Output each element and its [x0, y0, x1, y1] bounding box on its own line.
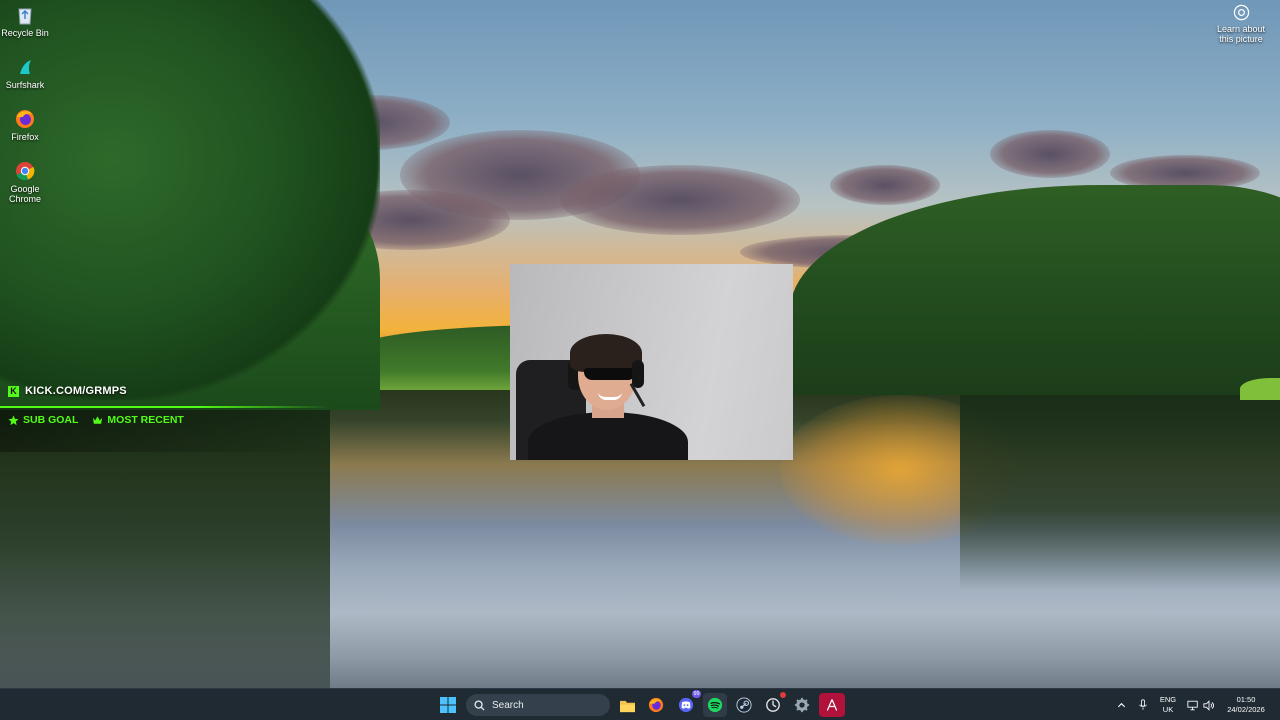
taskbar-search[interactable]: Search	[466, 694, 610, 716]
kick-logo-icon: K	[8, 385, 19, 397]
camera-icon	[1233, 4, 1249, 21]
file-explorer-icon	[619, 700, 635, 712]
microphone-icon	[1139, 699, 1147, 710]
water-reflection-right	[960, 390, 1280, 590]
start-icon	[440, 697, 456, 713]
chrome-label: Google Chrome	[8, 184, 41, 204]
learn-about-label: Learn about this picture	[1216, 24, 1266, 44]
webcam-headset-right	[632, 360, 644, 388]
steam-icon	[736, 697, 752, 713]
kick-stats: SUB GOAL MOST RECENT	[8, 414, 184, 426]
network-icon	[1187, 700, 1198, 710]
stats-icon	[766, 698, 780, 712]
clock-time: 01:50	[1236, 695, 1256, 704]
forest-right	[790, 185, 1280, 395]
chevron-up-icon	[1117, 702, 1125, 707]
taskbar-spotify[interactable]	[703, 693, 727, 717]
cloud	[830, 165, 940, 205]
webcam-sunglasses	[584, 368, 636, 380]
most-recent-label: MOST RECENT	[107, 414, 184, 426]
app-icon	[826, 699, 838, 711]
language-code: ENG	[1159, 695, 1177, 704]
microphone-status[interactable]	[1134, 689, 1152, 720]
settings-icon	[794, 697, 810, 713]
volume-control[interactable]	[1201, 689, 1217, 720]
discord-icon	[678, 697, 694, 713]
discord-notification-badge: 99	[692, 690, 701, 698]
desktop-icon-recycle-bin[interactable]: Recycle Bin	[0, 4, 50, 38]
taskbar-discord[interactable]: 99	[674, 690, 701, 717]
start-button[interactable]	[436, 693, 460, 717]
clock-date: 24/02/2026	[1227, 705, 1265, 714]
taskbar-firefox[interactable]	[644, 693, 668, 717]
cloud	[560, 165, 800, 235]
speaker-icon	[1203, 699, 1215, 711]
sub-goal-label: SUB GOAL	[23, 414, 79, 426]
taskbar-app[interactable]	[819, 693, 845, 717]
webcam-overlay	[510, 264, 793, 460]
learn-about-picture[interactable]: Learn about this picture	[1212, 4, 1270, 44]
taskbar-settings[interactable]	[790, 693, 814, 717]
keyboard-layout: UK	[1162, 705, 1174, 714]
surfshark-label: Surfshark	[5, 80, 45, 90]
clock[interactable]: 01:50 24/02/2026	[1220, 689, 1272, 720]
taskbar-steam[interactable]	[732, 693, 756, 717]
grass-bank	[1240, 378, 1280, 400]
recycle-bin-label: Recycle Bin	[1, 28, 49, 38]
desktop-icon-surfshark[interactable]: Surfshark	[0, 56, 50, 90]
kick-url: KICK.COM/GRMPS	[25, 385, 127, 397]
chrome-icon	[16, 162, 35, 181]
search-placeholder: Search	[492, 699, 524, 711]
desktop-icon-firefox[interactable]: Firefox	[0, 108, 50, 142]
recycle-bin-icon	[18, 8, 32, 25]
firefox-label: Firefox	[11, 132, 39, 142]
forest-left-canopy	[0, 0, 380, 400]
most-recent: MOST RECENT	[92, 414, 184, 426]
input-language[interactable]: ENG UK	[1154, 689, 1182, 720]
taskbar-file-explorer[interactable]	[615, 693, 639, 717]
kick-channel-bar: K KICK.COM/GRMPS	[0, 383, 127, 399]
taskbar-stats-app[interactable]	[761, 692, 786, 717]
show-hidden-icons[interactable]	[1112, 689, 1130, 720]
cloud	[990, 130, 1110, 178]
crown-icon	[93, 415, 103, 424]
star-icon	[8, 414, 19, 425]
sub-goal: SUB GOAL	[8, 414, 78, 426]
taskbar: Search 99 ENG UK 01:50 24/02/2026	[0, 688, 1280, 720]
search-icon	[474, 699, 485, 711]
surfshark-icon	[20, 60, 31, 74]
network-status[interactable]	[1185, 689, 1201, 720]
firefox-icon	[16, 110, 34, 128]
firefox-icon	[648, 697, 664, 713]
desktop-icon-chrome[interactable]: Google Chrome	[0, 160, 50, 204]
notification-dot	[780, 692, 786, 698]
spotify-icon	[707, 697, 723, 713]
